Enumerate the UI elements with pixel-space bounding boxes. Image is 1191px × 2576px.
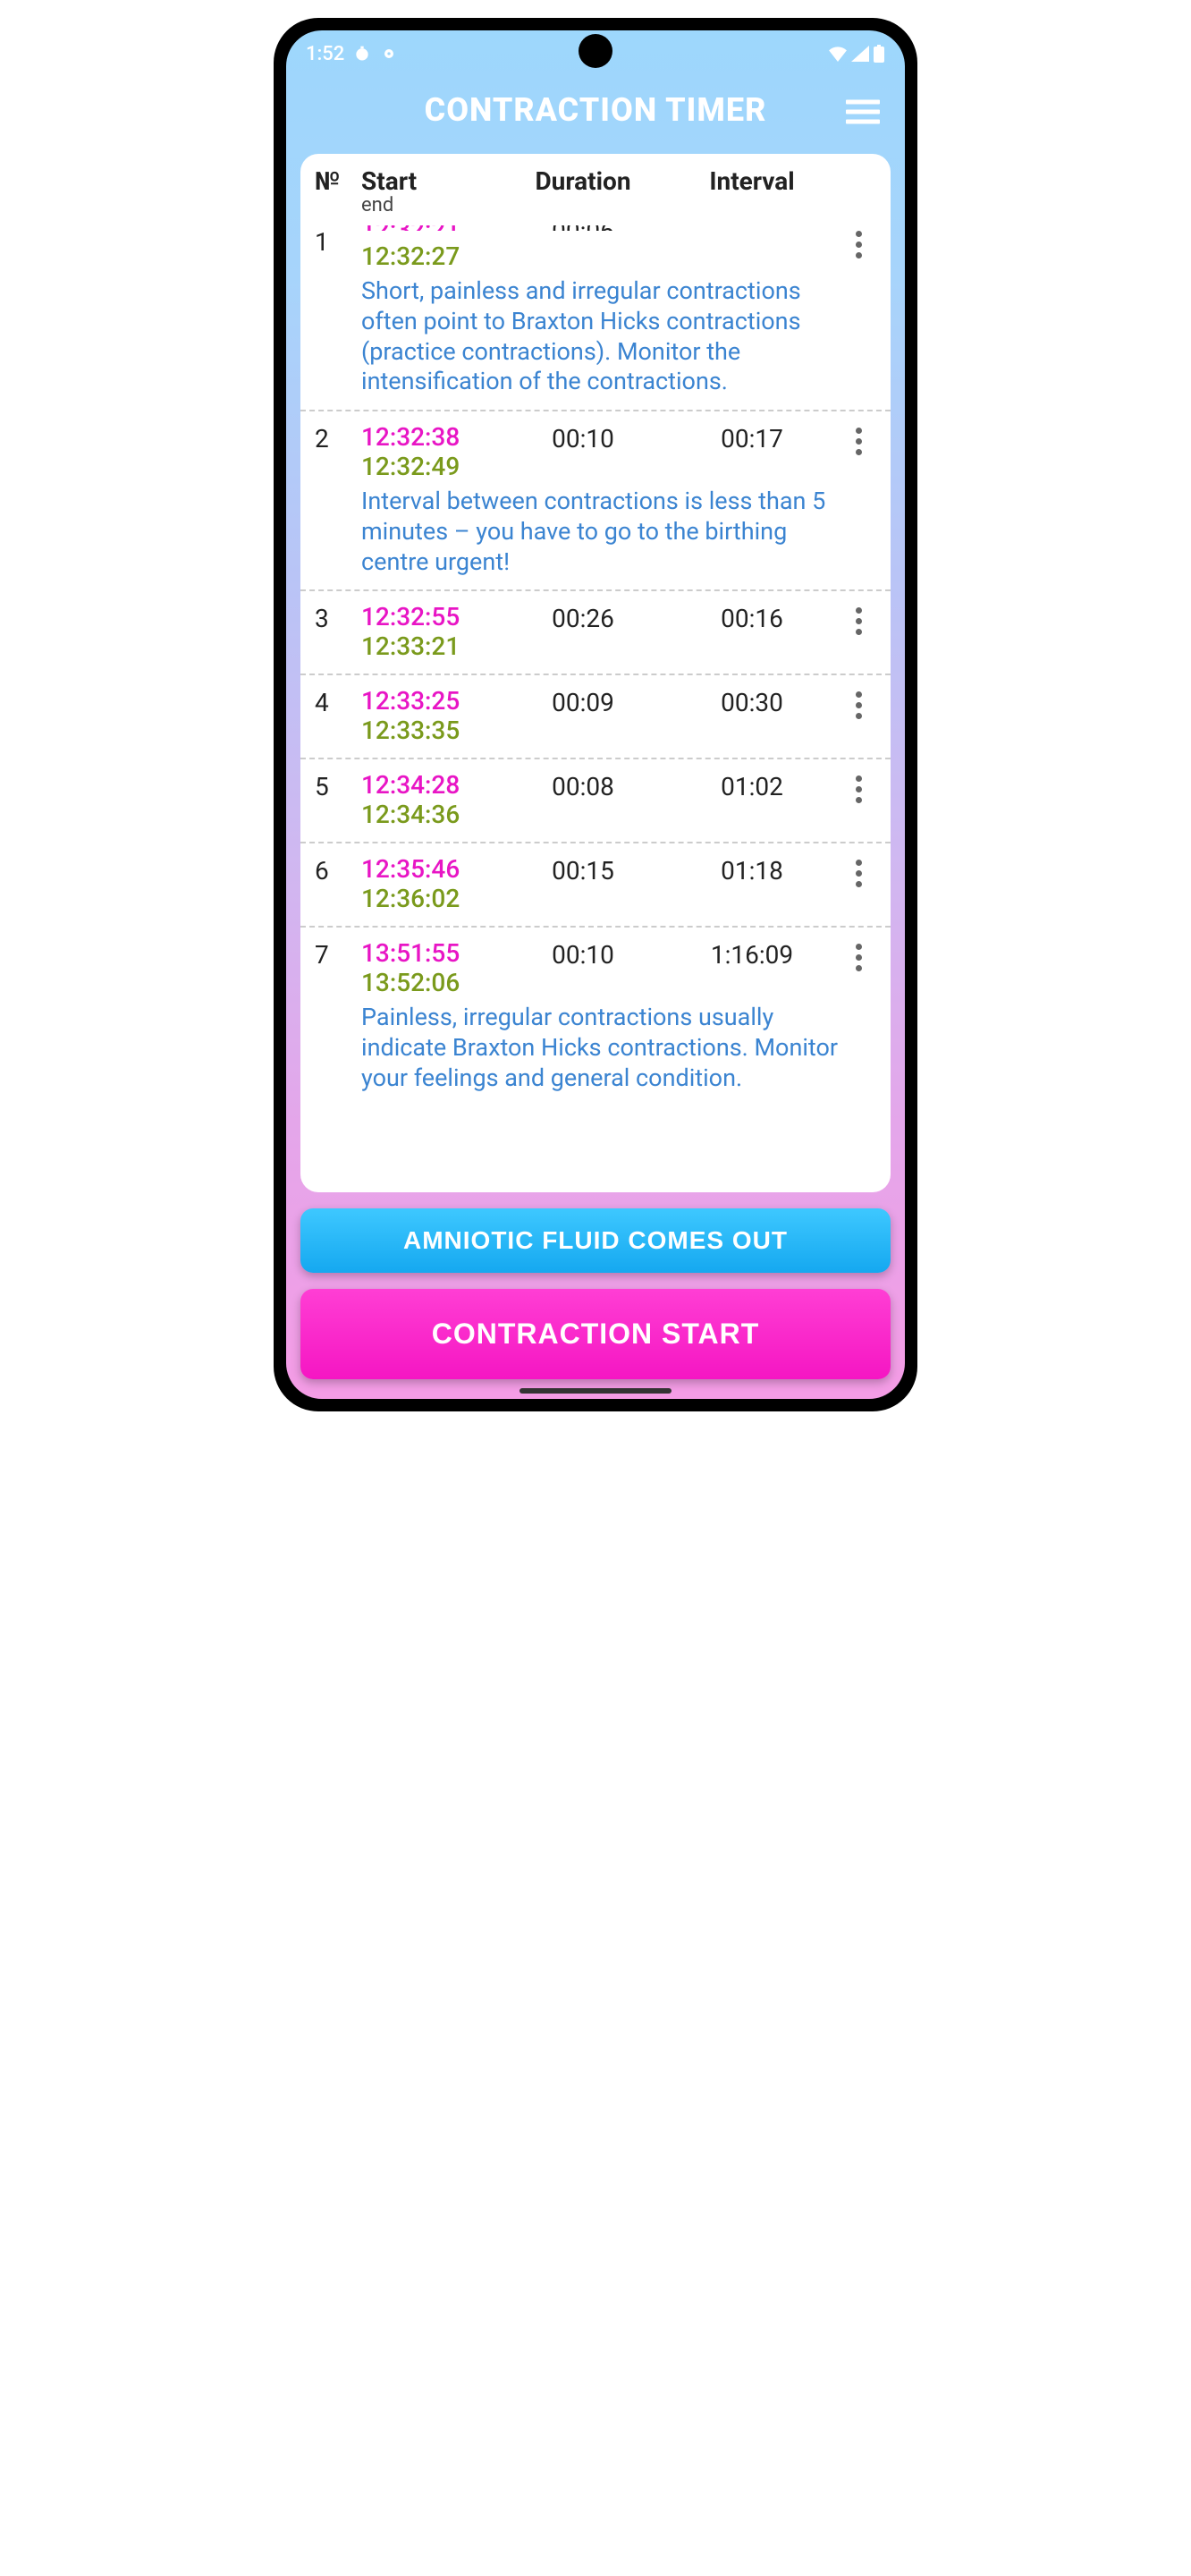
button-area: AMNIOTIC FLUID COMES OUT CONTRACTION STA… (286, 1192, 905, 1399)
duration-value: 00:15 (503, 854, 663, 886)
screen: 1:52 CONTRACTION TIMER № Start end (286, 30, 905, 1399)
row-note: Short, painless and irregular contractio… (315, 276, 876, 397)
row-number: 3 (315, 602, 361, 633)
device-frame: 1:52 CONTRACTION TIMER № Start end (274, 18, 917, 1411)
table-row: 7 13:51:55 13:52:06 00:10 1:16:09 Painle… (300, 926, 891, 1106)
interval-value: 01:18 (663, 854, 840, 886)
app-header: CONTRACTION TIMER (286, 70, 905, 154)
status-time: 1:52 (306, 43, 344, 65)
row-number: 2 (315, 422, 361, 453)
row-number: 6 (315, 854, 361, 886)
row-menu-icon[interactable] (840, 602, 876, 635)
table-row: 4 12:33:25 12:33:35 00:09 00:30 (300, 674, 891, 758)
duration-value: 00:26 (503, 602, 663, 633)
contraction-rows: 1 12:32:21 12:32:27 00:06 Short, painles… (300, 225, 891, 1192)
row-menu-icon[interactable] (840, 770, 876, 803)
start-time: 13:51:55 (361, 938, 503, 968)
location-icon (380, 45, 398, 63)
end-time: 12:33:21 (361, 631, 503, 661)
interval-value: 01:02 (663, 770, 840, 801)
duration-value: 00:06 (503, 225, 663, 231)
table-row: 5 12:34:28 12:34:36 00:08 01:02 (300, 758, 891, 842)
col-start-header: Start (361, 166, 503, 196)
col-interval-header: Interval (663, 166, 840, 196)
interval-value: 00:30 (663, 686, 840, 717)
interval-value: 00:16 (663, 602, 840, 633)
col-end-header: end (361, 194, 503, 216)
amniotic-fluid-button[interactable]: AMNIOTIC FLUID COMES OUT (300, 1208, 891, 1273)
table-row: 2 12:32:38 12:32:49 00:10 00:17 Interval… (300, 410, 891, 589)
row-menu-icon[interactable] (840, 225, 876, 258)
end-time: 12:36:02 (361, 884, 503, 913)
menu-icon[interactable] (846, 100, 880, 124)
interval-value (663, 225, 840, 227)
app-title: CONTRACTION TIMER (425, 91, 767, 129)
row-number: 4 (315, 686, 361, 717)
duration-value: 00:10 (503, 938, 663, 970)
table-header: № Start end Duration Interval (300, 154, 891, 225)
start-time: 12:32:55 (361, 602, 503, 631)
end-time: 12:32:27 (361, 242, 503, 271)
row-note: Painless, irregular contractions usually… (315, 1003, 876, 1093)
col-duration-header: Duration (503, 166, 663, 196)
row-number: 1 (315, 225, 361, 257)
wifi-icon (828, 46, 848, 62)
start-time: 12:32:21 (361, 225, 503, 231)
camera-notch (579, 34, 612, 68)
interval-value: 1:16:09 (663, 938, 840, 970)
end-time: 12:33:35 (361, 716, 503, 745)
row-note: Interval between contractions is less th… (315, 487, 876, 577)
row-number: 5 (315, 770, 361, 801)
duration-value: 00:10 (503, 422, 663, 453)
end-time: 12:32:49 (361, 452, 503, 481)
row-menu-icon[interactable] (840, 686, 876, 719)
contraction-card: № Start end Duration Interval 1 12:32:21… (300, 154, 891, 1192)
start-time: 12:35:46 (361, 854, 503, 884)
end-time: 13:52:06 (361, 968, 503, 997)
row-menu-icon[interactable] (840, 938, 876, 971)
start-time: 12:32:38 (361, 422, 503, 452)
table-row: 3 12:32:55 12:33:21 00:26 00:16 (300, 589, 891, 674)
signal-icon (851, 46, 869, 62)
home-indicator[interactable] (519, 1388, 672, 1394)
table-row: 1 12:32:21 12:32:27 00:06 Short, painles… (300, 225, 891, 410)
table-row: 6 12:35:46 12:36:02 00:15 01:18 (300, 842, 891, 926)
start-time: 12:34:28 (361, 770, 503, 800)
row-number: 7 (315, 938, 361, 970)
row-menu-icon[interactable] (840, 854, 876, 887)
duration-value: 00:09 (503, 686, 663, 717)
start-time: 12:33:25 (361, 686, 503, 716)
col-number-header: № (315, 166, 361, 196)
contraction-start-button[interactable]: CONTRACTION START (300, 1289, 891, 1379)
duration-value: 00:08 (503, 770, 663, 801)
timer-icon (353, 45, 371, 63)
interval-value: 00:17 (663, 422, 840, 453)
battery-icon (873, 45, 885, 63)
row-menu-icon[interactable] (840, 422, 876, 455)
end-time: 12:34:36 (361, 800, 503, 829)
